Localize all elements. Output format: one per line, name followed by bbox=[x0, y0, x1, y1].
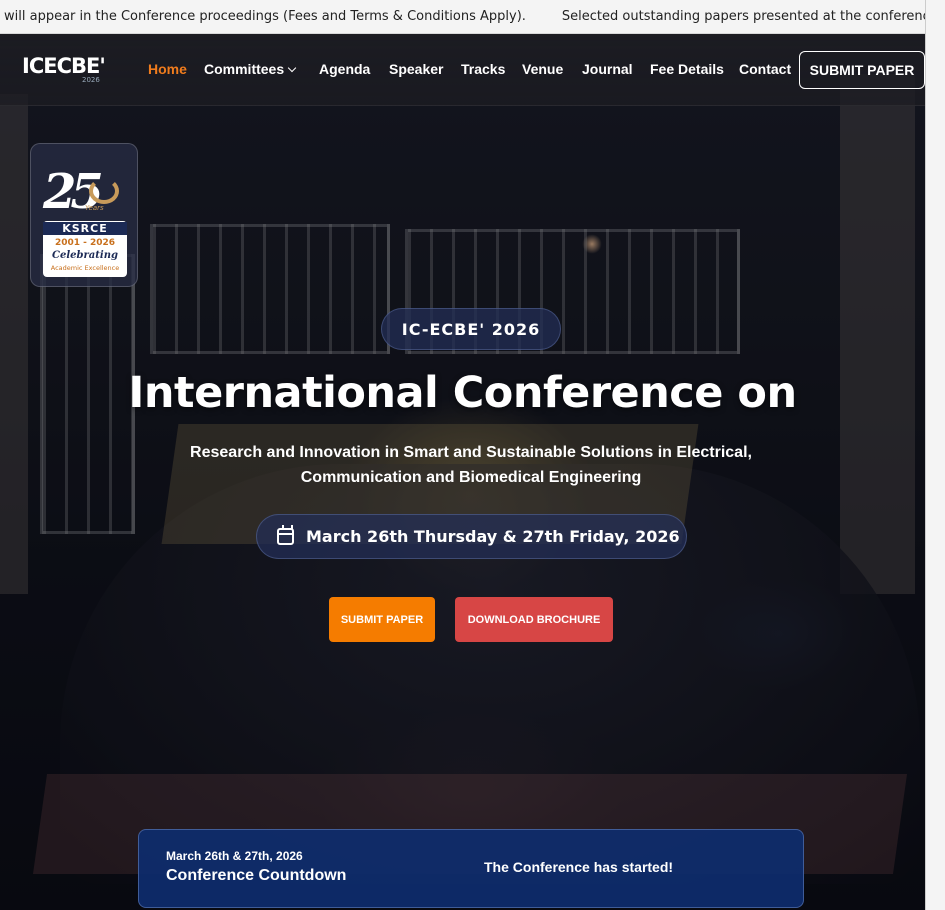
announcement-ticker: will appear in the Conference proceeding… bbox=[0, 0, 945, 34]
nav-agenda[interactable]: Agenda bbox=[319, 61, 370, 77]
countdown-title: Conference Countdown bbox=[166, 867, 347, 884]
nav-contact[interactable]: Contact bbox=[739, 61, 791, 77]
nav-committees-label: Committees bbox=[204, 61, 285, 77]
badge-years: Years bbox=[85, 204, 104, 212]
site-logo[interactable]: ICECBE' 2026 bbox=[22, 54, 112, 88]
badge-org: KSRCE bbox=[43, 222, 127, 235]
ticker-text-2: Selected outstanding papers presented at… bbox=[561, 9, 945, 24]
conference-date-text: March 26th Thursday & 27th Friday, 2026 bbox=[306, 527, 680, 546]
badge-span: 2001 - 2026 bbox=[54, 238, 116, 248]
nav-speaker[interactable]: Speaker bbox=[389, 61, 443, 77]
nav-committees[interactable]: Committees bbox=[204, 61, 297, 77]
download-brochure-button[interactable]: DOWNLOAD BROCHURE bbox=[455, 597, 613, 642]
calendar-icon bbox=[277, 525, 294, 545]
conference-date: March 26th Thursday & 27th Friday, 2026 bbox=[256, 514, 687, 559]
ticker-text-1: will appear in the Conference proceeding… bbox=[4, 9, 526, 24]
submit-paper-button[interactable]: SUBMIT PAPER bbox=[329, 597, 435, 642]
swirl-icon bbox=[89, 178, 119, 204]
countdown-panel: March 26th & 27th, 2026 Conference Count… bbox=[138, 829, 804, 908]
hero-subtitle: Research and Innovation in Smart and Sus… bbox=[190, 444, 752, 486]
window-edge bbox=[925, 0, 945, 910]
nav-tracks[interactable]: Tracks bbox=[461, 61, 505, 77]
countdown-date: March 26th & 27th, 2026 bbox=[166, 849, 303, 863]
conference-tag: IC-ECBE' 2026 bbox=[381, 308, 561, 350]
badge-tagline: Academic Excellence bbox=[50, 264, 120, 272]
main-navbar: ICECBE' 2026 Home Committees Agenda Spea… bbox=[0, 34, 945, 106]
hero-title: International Conference on bbox=[128, 368, 797, 418]
nav-venue[interactable]: Venue bbox=[522, 61, 563, 77]
nav-home[interactable]: Home bbox=[148, 61, 187, 77]
badge-celebrating: Celebrating bbox=[52, 250, 118, 261]
anniversary-badge: 25 Years KSRCE 2001 - 2026 Celebrating A… bbox=[30, 143, 138, 287]
nav-fee-details[interactable]: Fee Details bbox=[650, 61, 724, 77]
nav-journal[interactable]: Journal bbox=[582, 61, 633, 77]
logo-text: ICECBE' bbox=[22, 54, 106, 78]
chevron-down-icon bbox=[287, 63, 297, 73]
logo-year: 2026 bbox=[82, 76, 100, 84]
countdown-status: The Conference has started! bbox=[484, 859, 674, 875]
nav-submit-paper-button[interactable]: SUBMIT PAPER bbox=[799, 51, 925, 89]
